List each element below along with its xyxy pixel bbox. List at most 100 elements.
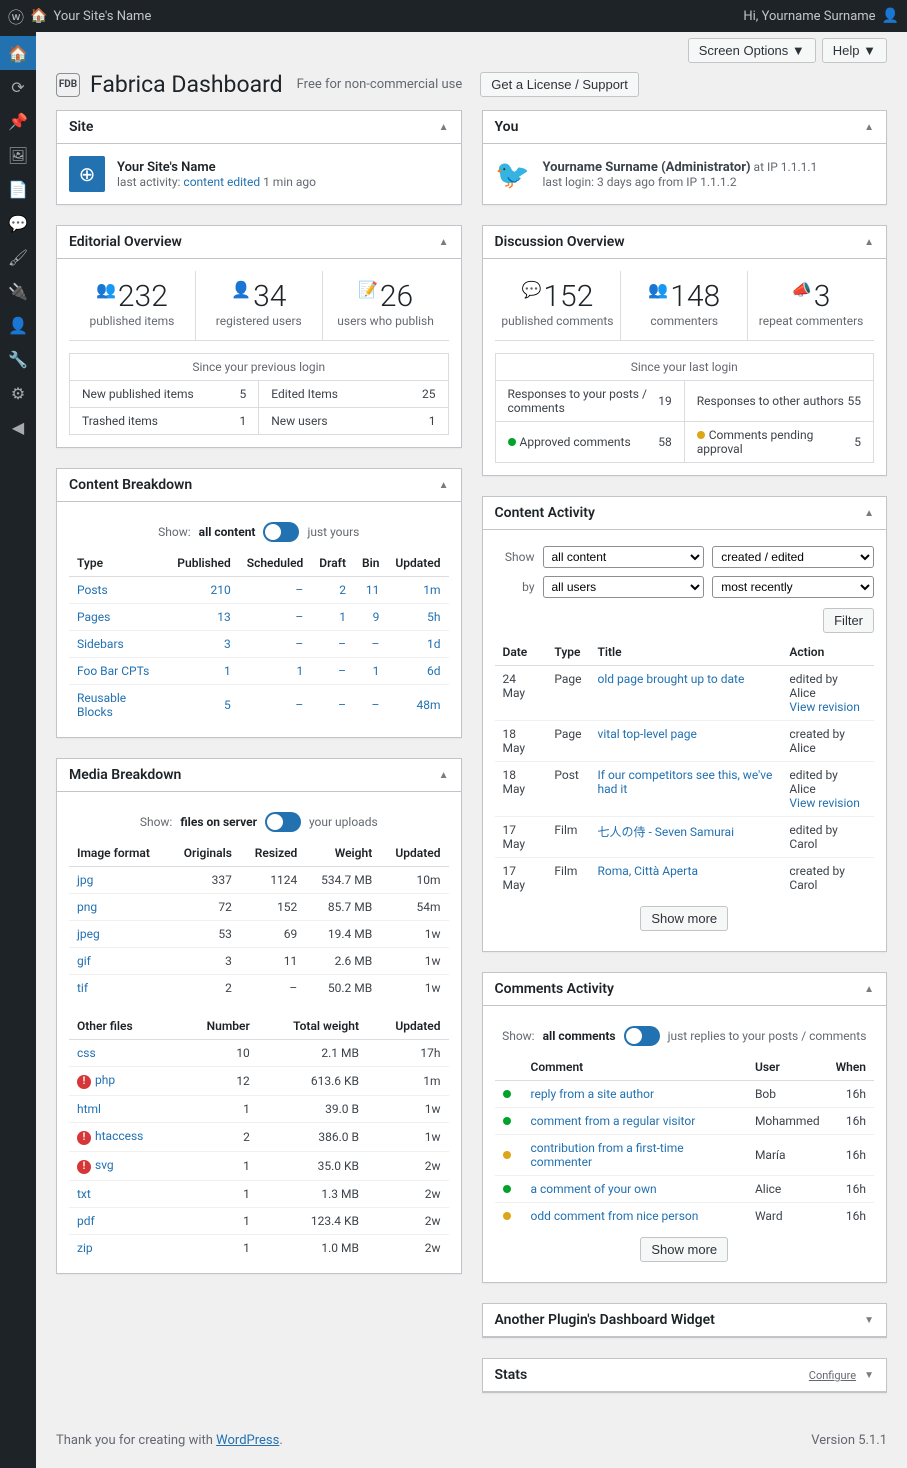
content-type-link[interactable]: Reusable Blocks xyxy=(77,691,126,719)
table-row: png7215285.7 MB54m xyxy=(69,894,449,921)
content-count-link[interactable]: 1d xyxy=(427,637,441,651)
content-count-link[interactable]: – xyxy=(295,610,303,624)
wordpress-logo-icon[interactable]: ⓦ xyxy=(8,4,24,28)
content-type-link[interactable]: Foo Bar CPTs xyxy=(77,664,149,678)
content-filter-select[interactable]: all content xyxy=(543,546,705,568)
sidebar-item-tools[interactable]: 🔧 xyxy=(0,342,36,376)
sidebar-item-dashboard[interactable]: 🏠 xyxy=(0,36,36,70)
file-type-link[interactable]: css xyxy=(77,1046,96,1060)
collapse-icon[interactable]: ▲ xyxy=(864,508,874,519)
content-count-link[interactable]: 13 xyxy=(217,610,231,624)
file-type-link[interactable]: pdf xyxy=(77,1214,95,1228)
sidebar-item-media[interactable]: 🖼 xyxy=(0,138,36,172)
file-type-link[interactable]: php xyxy=(95,1073,115,1087)
collapse-icon[interactable]: ▲ xyxy=(864,237,874,248)
sidebar-item-updates[interactable]: ⟳ xyxy=(0,70,36,104)
sidebar-item-appearance[interactable]: 🖌 xyxy=(0,240,36,274)
expand-icon[interactable]: ▼ xyxy=(864,1315,874,1326)
content-count-link[interactable]: 6d xyxy=(427,664,441,678)
action-filter-select[interactable]: created / edited xyxy=(712,546,874,568)
content-count-link[interactable]: 5 xyxy=(224,698,231,712)
show-more-button[interactable]: Show more xyxy=(640,906,728,931)
content-title-link[interactable]: old page brought up to date xyxy=(598,672,745,686)
collapse-icon[interactable]: ▲ xyxy=(439,770,449,781)
media-type-link[interactable]: jpg xyxy=(77,873,93,887)
configure-link[interactable]: Configure xyxy=(809,1369,856,1382)
content-title-link[interactable]: If our competitors see this, we've had i… xyxy=(598,768,773,796)
view-revision-link[interactable]: View revision xyxy=(789,796,859,810)
sidebar-item-users[interactable]: 👤 xyxy=(0,308,36,342)
media-breakdown-toggle[interactable] xyxy=(265,812,301,832)
content-count-link[interactable]: 1 xyxy=(224,664,231,678)
content-count-link[interactable]: – xyxy=(338,637,346,651)
content-count-link[interactable]: 5h xyxy=(427,610,440,624)
content-type-link[interactable]: Sidebars xyxy=(77,637,124,651)
content-count-link[interactable]: – xyxy=(338,664,346,678)
content-breakdown-toggle[interactable] xyxy=(263,522,299,542)
file-type-link[interactable]: svg xyxy=(95,1158,114,1172)
content-count-link[interactable]: 2 xyxy=(339,583,346,597)
sidebar-item-plugins[interactable]: 🔌 xyxy=(0,274,36,308)
content-count-link[interactable]: – xyxy=(372,637,380,651)
admin-bar-site-name[interactable]: Your Site's Name xyxy=(53,9,151,24)
media-type-link[interactable]: jpeg xyxy=(77,927,100,941)
media-type-link[interactable]: tif xyxy=(77,981,88,995)
media-type-link[interactable]: gif xyxy=(77,954,91,968)
content-edited-link[interactable]: content edited xyxy=(183,175,260,189)
collapse-icon[interactable]: ▲ xyxy=(864,122,874,133)
sidebar-item-pages[interactable]: 📄 xyxy=(0,172,36,206)
content-title-link[interactable]: 七人の侍 - Seven Samurai xyxy=(598,825,734,839)
media-type-link[interactable]: png xyxy=(77,900,97,914)
content-count-link[interactable]: 1 xyxy=(339,610,346,624)
comments-activity-toggle[interactable] xyxy=(624,1026,660,1046)
avatar-icon[interactable]: 👤 xyxy=(882,8,899,24)
content-count-link[interactable]: 48m xyxy=(416,698,440,712)
help-button[interactable]: Help ▼ xyxy=(822,38,887,63)
show-more-button[interactable]: Show more xyxy=(640,1237,728,1262)
collapse-icon[interactable]: ▲ xyxy=(439,480,449,491)
content-count-link[interactable]: 3 xyxy=(224,637,231,651)
admin-bar-greeting[interactable]: Hi, Yourname Surname xyxy=(743,9,875,24)
content-count-link[interactable]: 1m xyxy=(423,583,440,597)
comment-link[interactable]: a comment of your own xyxy=(531,1182,657,1196)
comment-link[interactable]: odd comment from nice person xyxy=(531,1209,699,1223)
license-support-button[interactable]: Get a License / Support xyxy=(480,72,639,97)
content-count-link[interactable]: – xyxy=(338,698,346,712)
content-count-link[interactable]: 210 xyxy=(211,583,231,597)
view-revision-link[interactable]: View revision xyxy=(789,700,859,714)
comment-link[interactable]: contribution from a first-time commenter xyxy=(531,1141,684,1169)
users-filter-select[interactable]: all users xyxy=(543,576,705,598)
content-count-link[interactable]: 1 xyxy=(373,664,380,678)
sidebar-item-comments[interactable]: 💬 xyxy=(0,206,36,240)
order-filter-select[interactable]: most recently xyxy=(712,576,874,598)
comment-link[interactable]: comment from a regular visitor xyxy=(531,1114,696,1128)
collapse-icon[interactable]: ▲ xyxy=(439,122,449,133)
content-count-link[interactable]: – xyxy=(295,698,303,712)
sidebar-item-settings[interactable]: ⚙ xyxy=(0,376,36,410)
content-title-link[interactable]: vital top-level page xyxy=(598,727,697,741)
file-type-link[interactable]: html xyxy=(77,1102,101,1116)
content-type-link[interactable]: Posts xyxy=(77,583,108,597)
filter-button[interactable]: Filter xyxy=(823,608,874,633)
content-count-link[interactable]: – xyxy=(295,637,303,651)
content-title-link[interactable]: Roma, Città Aperta xyxy=(598,864,698,878)
content-type-link[interactable]: Pages xyxy=(77,610,110,624)
content-count-link[interactable]: 11 xyxy=(366,583,380,597)
file-type-link[interactable]: txt xyxy=(77,1187,91,1201)
screen-options-button[interactable]: Screen Options ▼ xyxy=(688,38,816,63)
comment-link[interactable]: reply from a site author xyxy=(531,1087,655,1101)
expand-icon[interactable]: ▼ xyxy=(864,1370,874,1381)
wordpress-link[interactable]: WordPress xyxy=(216,1433,279,1448)
content-count-link[interactable]: – xyxy=(372,698,380,712)
home-icon[interactable]: 🏠 xyxy=(30,8,47,24)
collapse-icon[interactable]: ▲ xyxy=(439,237,449,248)
sidebar-item-posts[interactable]: 📌 xyxy=(0,104,36,138)
content-count-link[interactable]: – xyxy=(295,583,303,597)
collapse-icon[interactable]: ▲ xyxy=(864,984,874,995)
sidebar-item-collapse[interactable]: ◀ xyxy=(0,410,36,444)
content-count-link[interactable]: 1 xyxy=(297,664,304,678)
file-type-link[interactable]: zip xyxy=(77,1241,93,1255)
table-row: contribution from a first-time commenter… xyxy=(495,1135,875,1176)
content-count-link[interactable]: 9 xyxy=(373,610,380,624)
file-type-link[interactable]: htaccess xyxy=(95,1129,143,1143)
